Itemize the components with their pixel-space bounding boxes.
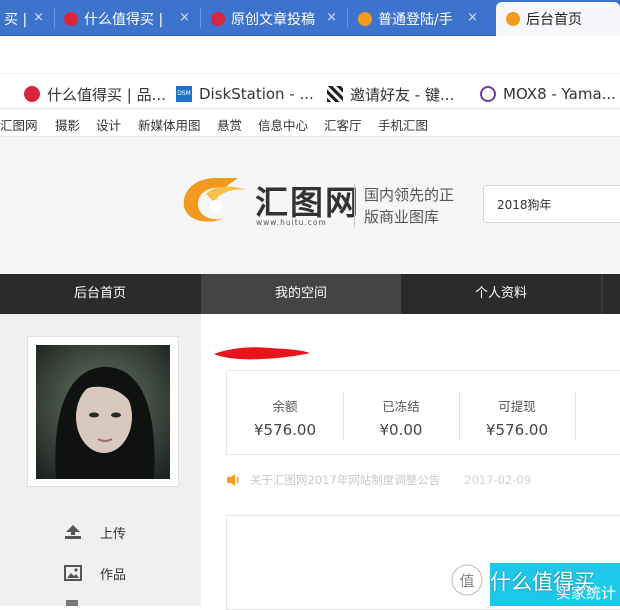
bookmark-label: 什么值得买 | 品... xyxy=(47,85,166,104)
image-icon xyxy=(64,565,82,581)
tab-separator xyxy=(200,8,201,28)
stat-withdrawable: 可提现 ¥576.00 xyxy=(459,396,575,439)
logo-url: www.huitu.com xyxy=(256,218,327,227)
nav-item-profile[interactable]: 个人资料 xyxy=(401,274,601,314)
main-nav-divider xyxy=(601,274,603,314)
tab-label: 原创文章投稿 xyxy=(231,12,315,28)
sidebar-item-label: 上传 xyxy=(100,526,127,542)
browser-tab[interactable]: 什么值得买 | × xyxy=(60,2,196,36)
logo-divider xyxy=(354,184,355,228)
sidebar-item-label: 作品 xyxy=(100,567,127,583)
notice-link[interactable]: 关于汇图网2017年网站制度调整公告 xyxy=(250,472,440,488)
stat-frozen: 已冻结 ¥0.00 xyxy=(343,396,459,439)
watermark-text: 什么值得买 xyxy=(490,570,595,594)
sidebar-item-works[interactable]: 作品 xyxy=(64,563,126,583)
stat-value: ¥576.00 xyxy=(253,421,317,439)
site-nav-item[interactable]: 汇图网 xyxy=(0,115,38,134)
browser-tab[interactable]: 普通登陆/手 × xyxy=(354,2,484,36)
stat-label: 余额 xyxy=(272,399,298,414)
site-nav-item[interactable]: 手机汇图 xyxy=(378,115,428,134)
speaker-icon xyxy=(227,474,239,486)
stat-label: 可提现 xyxy=(498,399,536,414)
browser-tab-active[interactable]: 后台首页 xyxy=(496,2,620,36)
tab-close-icon[interactable]: × xyxy=(179,10,190,25)
bookmark-label: DiskStation - ... xyxy=(199,85,314,103)
tab-close-icon[interactable]: × xyxy=(326,10,337,25)
smzdm-icon xyxy=(24,86,40,102)
bookmark-label: MOX8 - Yama... xyxy=(503,85,616,103)
notice-date: 2017-02-09 xyxy=(464,473,532,487)
bookmarks-divider xyxy=(0,73,620,74)
site-nav-item[interactable]: 设计 xyxy=(96,115,121,134)
tab-separator xyxy=(54,8,55,28)
browser-tab[interactable]: 买 | × xyxy=(0,2,48,36)
stat-balance: 余额 ¥576.00 xyxy=(227,396,343,439)
site-nav-item[interactable]: 汇客厅 xyxy=(324,115,362,134)
sidebar-next-icon xyxy=(66,600,78,606)
tab-separator xyxy=(347,8,348,28)
tab-label: 后台首页 xyxy=(526,12,582,28)
site-nav-item[interactable]: 悬赏 xyxy=(217,115,242,134)
huitu-logo-icon[interactable] xyxy=(176,172,254,228)
slogan-line: 国内领先的正 xyxy=(364,186,455,204)
mox-icon xyxy=(480,86,496,102)
stat-value: ¥576.00 xyxy=(485,421,549,439)
bookmark-label: 邀请好友 - 键... xyxy=(350,85,455,104)
bookmark-item[interactable]: MOX8 - Yama... xyxy=(480,84,616,104)
nav-item-my-space[interactable]: 我的空间 xyxy=(201,274,401,314)
bookmark-item[interactable]: 邀请好友 - 键... xyxy=(327,84,454,104)
smzdm-icon xyxy=(64,12,78,26)
avatar-photo xyxy=(36,345,170,479)
sidebar-item-upload[interactable]: 上传 xyxy=(64,522,126,542)
dsm-icon: DSM xyxy=(176,86,192,102)
nav-item-dashboard[interactable]: 后台首页 xyxy=(0,274,200,314)
tab-close-icon[interactable]: × xyxy=(33,10,44,25)
notice-row[interactable]: 关于汇图网2017年网站制度调整公告 2017-02-09 xyxy=(226,472,531,488)
upload-icon xyxy=(65,525,81,539)
tab-label: 普通登陆/手 xyxy=(378,12,453,28)
site-top-nav xyxy=(0,109,620,137)
bookmark-item[interactable]: 什么值得买 | 品... xyxy=(24,84,166,104)
svg-text:值: 值 xyxy=(459,572,474,590)
site-nav-item[interactable]: 信息中心 xyxy=(258,115,308,134)
tab-label: 什么值得买 | xyxy=(84,12,164,28)
huitu-icon xyxy=(358,12,372,26)
tool-icon xyxy=(327,86,343,102)
search-input[interactable]: 2018狗年 xyxy=(483,185,620,223)
logo-wordmark: 汇图网 xyxy=(255,186,360,222)
tab-close-icon[interactable]: × xyxy=(467,10,478,25)
stat-label: 已冻结 xyxy=(382,399,420,414)
browser-tab[interactable]: 原创文章投稿 × xyxy=(207,2,343,36)
site-nav-item[interactable]: 新媒体用图 xyxy=(138,115,201,134)
watermark-logo-icon: 值 xyxy=(451,564,483,596)
tab-label: 买 | xyxy=(4,12,28,28)
stat-divider xyxy=(575,392,576,440)
huitu-icon xyxy=(506,12,520,26)
bookmark-item[interactable]: DSM DiskStation - ... xyxy=(176,84,314,104)
slogan-line: 版商业图库 xyxy=(364,208,440,226)
redacted-username xyxy=(214,347,310,360)
avatar[interactable] xyxy=(27,336,179,487)
smzdm-icon xyxy=(211,12,225,26)
site-nav-item[interactable]: 摄影 xyxy=(55,115,80,134)
stat-value: ¥0.00 xyxy=(379,421,423,439)
